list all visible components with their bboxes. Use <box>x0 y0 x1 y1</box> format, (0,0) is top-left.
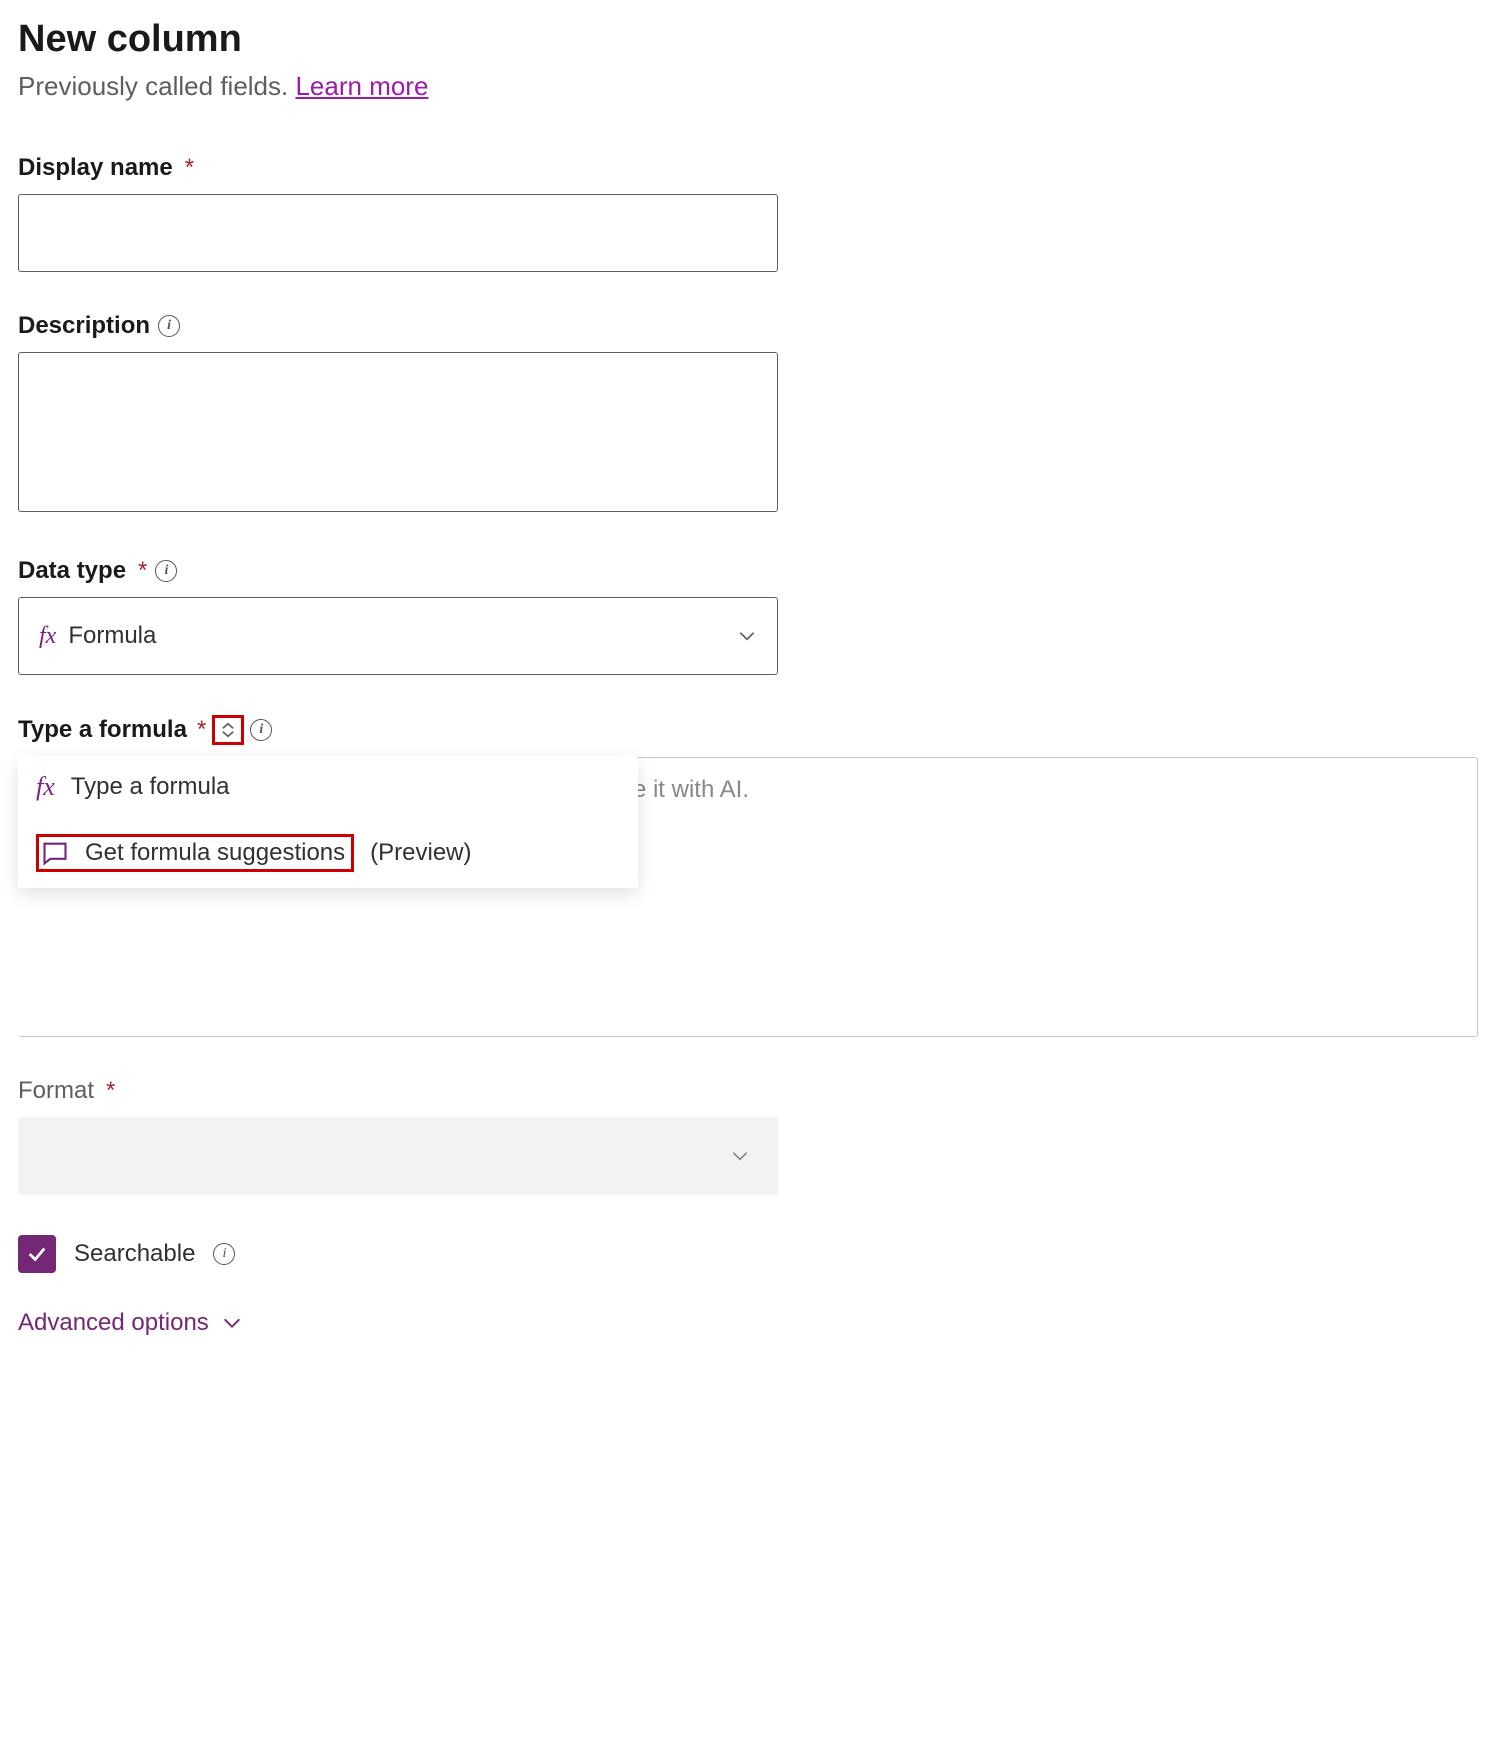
chevron-down-icon <box>221 1312 243 1334</box>
required-asterisk: * <box>138 557 147 585</box>
searchable-checkbox[interactable] <box>18 1235 56 1273</box>
required-asterisk: * <box>106 1077 115 1105</box>
preview-badge: (Preview) <box>370 839 471 867</box>
data-type-selected: Formula <box>68 622 156 650</box>
formula-fx-icon: fx <box>39 623 56 650</box>
dropdown-item-type-formula[interactable]: fx Type a formula <box>18 756 638 818</box>
check-icon <box>26 1243 48 1265</box>
required-asterisk: * <box>197 716 206 744</box>
display-name-label: Display name <box>18 154 173 182</box>
formula-label: Type a formula <box>18 716 187 744</box>
chat-icon <box>41 839 69 867</box>
formula-menu-toggle[interactable] <box>212 715 244 745</box>
format-select[interactable] <box>18 1117 778 1195</box>
subtitle: Previously called fields. Learn more <box>18 71 1467 102</box>
formula-fx-icon: fx <box>36 772 55 802</box>
info-icon[interactable]: i <box>155 560 177 582</box>
chevron-down-icon <box>221 730 235 738</box>
page-title: New column <box>18 18 1467 61</box>
dropdown-get-suggestions-label: Get formula suggestions <box>85 839 345 867</box>
info-icon[interactable]: i <box>213 1243 235 1265</box>
required-asterisk: * <box>185 154 194 182</box>
dropdown-item-get-suggestions[interactable]: Get formula suggestions (Preview) <box>18 818 638 888</box>
advanced-options-toggle[interactable]: Advanced options <box>18 1309 1467 1337</box>
chevron-up-icon <box>221 722 235 730</box>
description-label: Description <box>18 312 150 340</box>
formula-dropdown: fx Type a formula Get formula suggestion… <box>18 756 638 888</box>
chevron-down-icon <box>737 626 757 646</box>
display-name-input[interactable] <box>18 194 778 272</box>
data-type-label: Data type <box>18 557 126 585</box>
info-icon[interactable]: i <box>250 719 272 741</box>
data-type-select[interactable]: fx Formula <box>18 597 778 675</box>
description-input[interactable] <box>18 352 778 512</box>
dropdown-type-formula-label: Type a formula <box>71 773 230 801</box>
learn-more-link[interactable]: Learn more <box>295 71 428 101</box>
searchable-label: Searchable <box>74 1240 195 1268</box>
chevron-down-icon <box>730 1146 750 1166</box>
advanced-options-label: Advanced options <box>18 1309 209 1337</box>
info-icon[interactable]: i <box>158 315 180 337</box>
format-label: Format <box>18 1077 94 1105</box>
subtitle-text: Previously called fields. <box>18 71 295 101</box>
